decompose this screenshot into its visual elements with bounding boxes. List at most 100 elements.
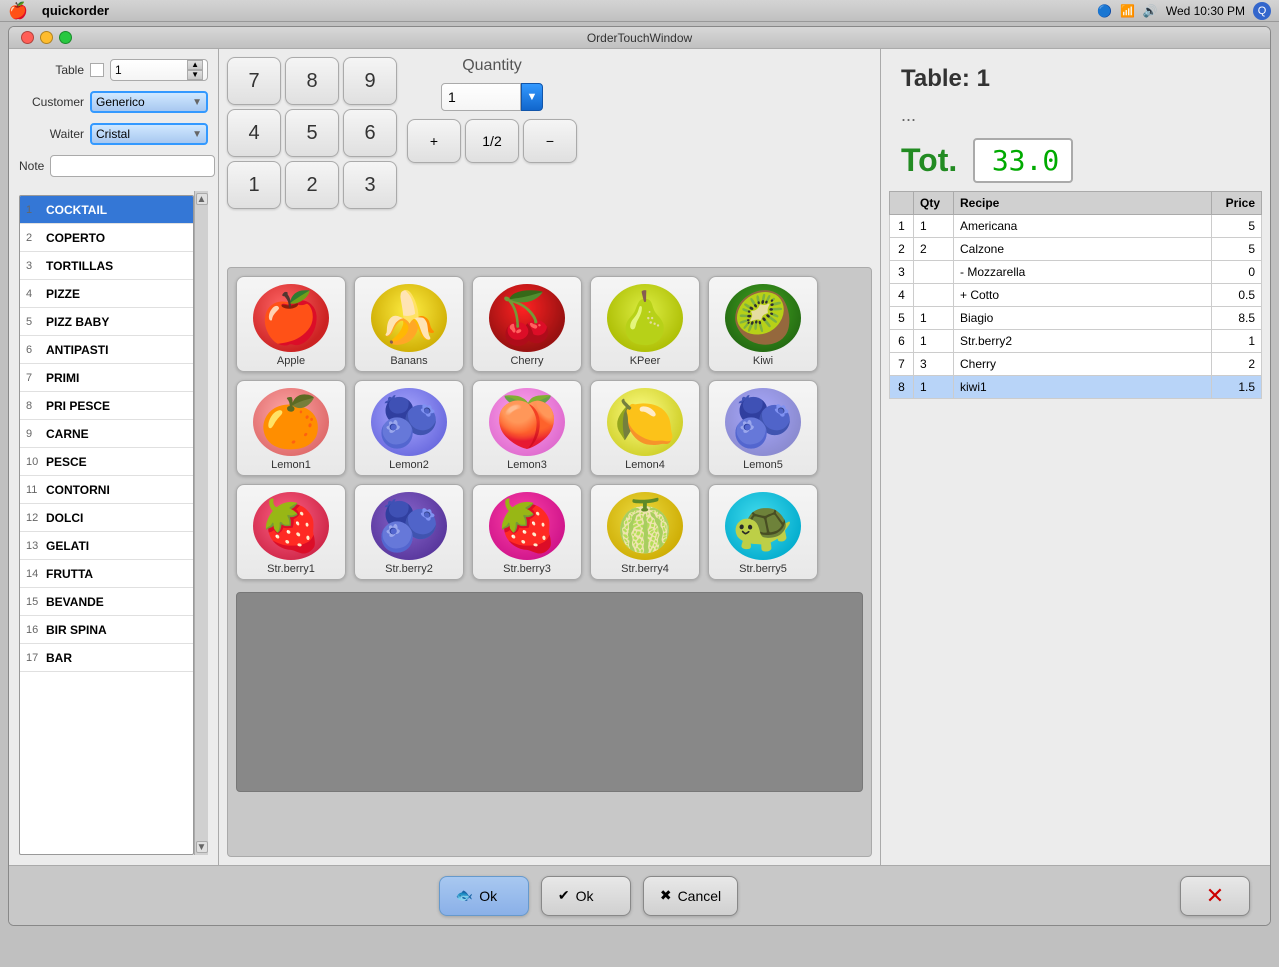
cancel-button[interactable]: ✖ Cancel xyxy=(643,876,738,916)
order-price: 5 xyxy=(1212,238,1262,261)
close-button[interactable] xyxy=(21,31,34,44)
maximize-button[interactable] xyxy=(59,31,72,44)
category-item-bar[interactable]: 17 BAR xyxy=(20,644,193,672)
product-icon-lemon4: 🍋 xyxy=(605,387,685,457)
product-item-banans[interactable]: 🍌 Banans xyxy=(354,276,464,372)
product-item-strberry4[interactable]: 🍈 Str.berry4 xyxy=(590,484,700,580)
category-item-pizze[interactable]: 4 PIZZE xyxy=(20,280,193,308)
qty-plus-btn[interactable]: + xyxy=(407,119,461,163)
order-table-row[interactable]: 1 1 Americana 5 xyxy=(890,215,1262,238)
order-table-row[interactable]: 2 2 Calzone 5 xyxy=(890,238,1262,261)
category-row-num: 1 xyxy=(26,204,46,216)
note-input[interactable] xyxy=(50,155,215,177)
category-item-birspina[interactable]: 16 BIR SPINA xyxy=(20,616,193,644)
ok-secondary-label: Ok xyxy=(576,888,594,904)
order-table-row[interactable]: 8 1 kiwi1 1.5 xyxy=(890,376,1262,399)
category-item-cocktail[interactable]: 1 COCKTAIL xyxy=(20,196,193,224)
waiter-select[interactable]: Cristal ▼ xyxy=(90,123,208,145)
quantity-panel: Quantity ▼ + 1/2 − xyxy=(407,57,577,163)
category-item-antipasti[interactable]: 6 ANTIPASTI xyxy=(20,336,193,364)
order-table-row[interactable]: 3 - Mozzarella 0 xyxy=(890,261,1262,284)
check-icon: ✔ xyxy=(558,887,570,904)
main-window: OrderTouchWindow Table 1 ▲ ▼ Customer xyxy=(8,26,1271,926)
order-table-row[interactable]: 4 + Cotto 0.5 xyxy=(890,284,1262,307)
order-table-row[interactable]: 7 3 Cherry 2 xyxy=(890,353,1262,376)
category-name: PRIMI xyxy=(46,371,79,385)
category-item-pripesce[interactable]: 8 PRI PESCE xyxy=(20,392,193,420)
numpad-btn-8[interactable]: 8 xyxy=(285,57,339,105)
numpad-btn-3[interactable]: 3 xyxy=(343,161,397,209)
quantity-dropdown-btn[interactable]: ▼ xyxy=(521,83,543,111)
ok-primary-button[interactable]: 🐟 Ok xyxy=(439,876,529,916)
product-name: KPeer xyxy=(630,355,661,367)
order-recipe: Biagio xyxy=(954,307,1212,330)
product-item-lemon2[interactable]: 🫐 Lemon2 xyxy=(354,380,464,476)
category-item-gelati[interactable]: 13 GELATI xyxy=(20,532,193,560)
product-name: Str.berry2 xyxy=(385,563,433,575)
table-checkbox[interactable] xyxy=(90,63,104,77)
product-item-lemon4[interactable]: 🍋 Lemon4 xyxy=(590,380,700,476)
time-display: Wed 10:30 PM xyxy=(1166,4,1245,18)
category-item-pesce[interactable]: 10 PESCE xyxy=(20,448,193,476)
minimize-button[interactable] xyxy=(40,31,53,44)
category-item-coperto[interactable]: 2 COPERTO xyxy=(20,224,193,252)
category-item-primi[interactable]: 7 PRIMI xyxy=(20,364,193,392)
product-item-strberry5[interactable]: 🐢 Str.berry5 xyxy=(708,484,818,580)
category-item-dolci[interactable]: 12 DOLCI xyxy=(20,504,193,532)
scroll-up-arrow[interactable]: ▲ xyxy=(196,193,208,205)
user-icon: Q xyxy=(1253,2,1271,20)
category-item-frutta[interactable]: 14 FRUTTA xyxy=(20,560,193,588)
quantity-input[interactable] xyxy=(441,83,521,111)
numpad-btn-6[interactable]: 6 xyxy=(343,109,397,157)
order-table-row[interactable]: 6 1 Str.berry2 1 xyxy=(890,330,1262,353)
numpad-btn-9[interactable]: 9 xyxy=(343,57,397,105)
category-row-num: 15 xyxy=(26,596,46,608)
scroll-down-arrow[interactable]: ▼ xyxy=(196,841,208,853)
qty-minus-btn[interactable]: − xyxy=(523,119,577,163)
numpad-btn-1[interactable]: 1 xyxy=(227,161,281,209)
numpad-btn-2[interactable]: 2 xyxy=(285,161,339,209)
table-number-input[interactable]: 1 ▲ ▼ xyxy=(110,59,208,81)
waiter-value: Cristal xyxy=(96,127,130,141)
order-recipe: + Cotto xyxy=(954,284,1212,307)
product-item-lemon5[interactable]: 🫐 Lemon5 xyxy=(708,380,818,476)
product-grid: 🍎 Apple 🍌 Banans 🍒 Cherry 🍐 xyxy=(227,267,872,857)
category-item-pizzbaby[interactable]: 5 PIZZ BABY xyxy=(20,308,193,336)
order-price: 5 xyxy=(1212,215,1262,238)
app-name[interactable]: quickorder xyxy=(42,3,109,18)
quantity-input-wrap: ▼ xyxy=(441,83,543,111)
product-item-cherry[interactable]: 🍒 Cherry xyxy=(472,276,582,372)
qty-half-btn[interactable]: 1/2 xyxy=(465,119,519,163)
category-item-tortillas[interactable]: 3 TORTILLAS xyxy=(20,252,193,280)
product-item-lemon1[interactable]: 🍊 Lemon1 xyxy=(236,380,346,476)
product-name: Lemon3 xyxy=(507,459,547,471)
numpad-btn-7[interactable]: 7 xyxy=(227,57,281,105)
stepper-up[interactable]: ▲ xyxy=(187,60,203,70)
order-table-row[interactable]: 5 1 Biagio 8.5 xyxy=(890,307,1262,330)
category-name: PRI PESCE xyxy=(46,399,110,413)
product-item-kiwi[interactable]: 🥝 Kiwi xyxy=(708,276,818,372)
product-item-strberry1[interactable]: 🍓 Str.berry1 xyxy=(236,484,346,580)
category-item-contorni[interactable]: 11 CONTORNI xyxy=(20,476,193,504)
product-icon-cherry: 🍒 xyxy=(487,283,567,353)
product-item-strberry3[interactable]: 🍓 Str.berry3 xyxy=(472,484,582,580)
table-stepper[interactable]: ▲ ▼ xyxy=(187,60,203,80)
product-item-strberry2[interactable]: 🫐 Str.berry2 xyxy=(354,484,464,580)
category-scrollbar[interactable]: ▲ ▼ xyxy=(194,191,208,855)
numpad-btn-5[interactable]: 5 xyxy=(285,109,339,157)
apple-menu[interactable]: 🍎 xyxy=(8,1,28,21)
ok-secondary-button[interactable]: ✔ Ok xyxy=(541,876,631,916)
category-item-bevande[interactable]: 15 BEVANDE xyxy=(20,588,193,616)
product-item-kpeer[interactable]: 🍐 KPeer xyxy=(590,276,700,372)
product-icon-kiwi: 🥝 xyxy=(723,283,803,353)
stepper-down[interactable]: ▼ xyxy=(187,70,203,80)
product-name: Str.berry3 xyxy=(503,563,551,575)
category-item-carne[interactable]: 9 CARNE xyxy=(20,420,193,448)
product-item-lemon3[interactable]: 🍑 Lemon3 xyxy=(472,380,582,476)
numpad-btn-4[interactable]: 4 xyxy=(227,109,281,157)
order-price: 0.5 xyxy=(1212,284,1262,307)
customer-select[interactable]: Generico ▼ xyxy=(90,91,208,113)
product-item-apple[interactable]: 🍎 Apple xyxy=(236,276,346,372)
category-name: FRUTTA xyxy=(46,567,93,581)
delete-button[interactable]: ✕ xyxy=(1180,876,1250,916)
